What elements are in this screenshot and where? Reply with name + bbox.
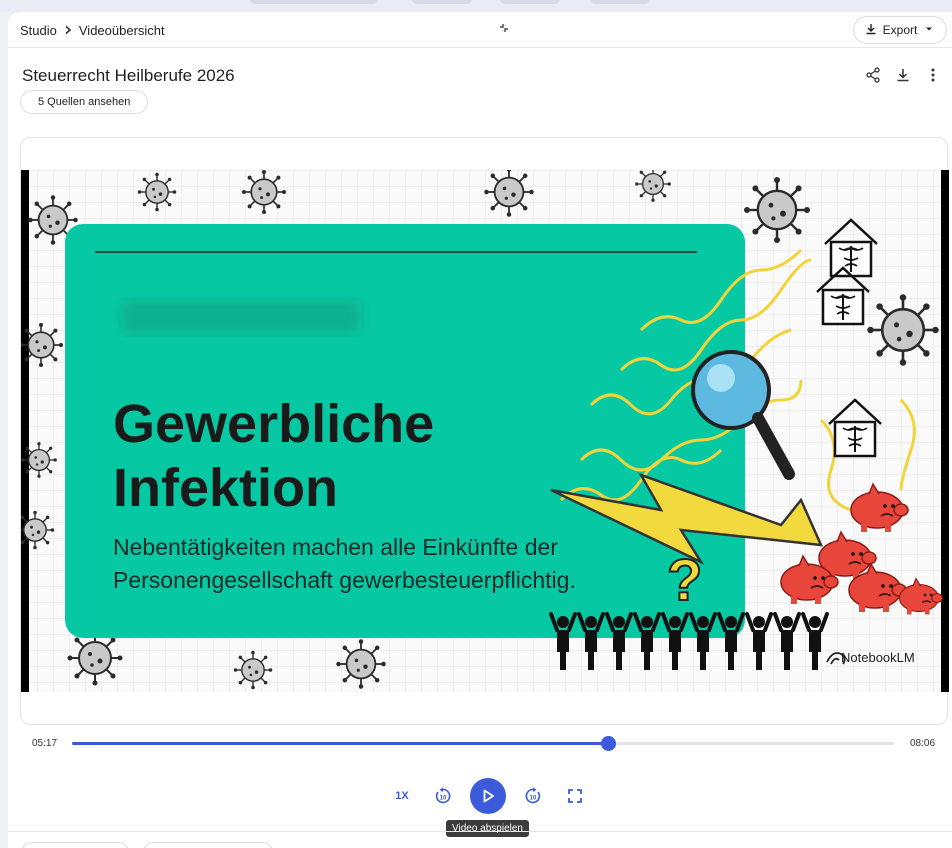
player-controls: 1X 10 10 <box>388 778 590 814</box>
slide-headline-1: Gewerbliche <box>113 394 434 454</box>
play-button[interactable] <box>470 778 506 814</box>
chevron-right-icon <box>63 22 73 38</box>
bottom-chip[interactable] <box>142 842 274 848</box>
video-slide: Gewerbliche Infektion Nebentätigkeiten m… <box>21 170 943 692</box>
svg-text:10: 10 <box>530 796 537 802</box>
caret-down-icon <box>923 23 935 38</box>
tab-pill <box>250 0 378 4</box>
studio-panel: Studio Videoübersicht Export Steuerrecht… <box>8 12 952 848</box>
breadcrumb-bar: Studio Videoübersicht Export <box>8 12 952 48</box>
breadcrumb-current: Videoübersicht <box>78 22 165 38</box>
export-button[interactable]: Export <box>853 16 947 44</box>
view-sources-button[interactable]: 5 Quellen ansehen <box>20 90 149 114</box>
fullscreen-icon[interactable] <box>560 781 590 811</box>
slide-subtitle-2: Personengesellschaft gewerbesteuerpflich… <box>113 567 576 593</box>
breadcrumb-root[interactable]: Studio <box>20 23 57 38</box>
svg-text:10: 10 <box>440 796 447 802</box>
replay-10-icon[interactable]: 10 <box>428 781 458 811</box>
progress-fill <box>72 742 608 745</box>
play-icon <box>483 789 494 803</box>
progress-thumb[interactable] <box>600 736 616 751</box>
bottom-divider <box>8 831 952 832</box>
download-icon[interactable] <box>894 66 912 84</box>
tab-pill <box>500 0 560 4</box>
tab-pill <box>590 0 650 4</box>
current-time: 05:17 <box>32 738 58 749</box>
more-vert-icon[interactable] <box>924 66 942 84</box>
video-frame[interactable]: Gewerbliche Infektion Nebentätigkeiten m… <box>21 170 949 692</box>
question-mark: ? <box>667 548 702 613</box>
notebook-title: Steuerrecht Heilberufe 2026 <box>22 66 235 85</box>
progress-slider[interactable] <box>72 736 894 751</box>
collapse-icon[interactable] <box>496 22 512 38</box>
browser-top-strip <box>0 0 952 12</box>
play-tooltip: Video abspielen <box>446 820 529 837</box>
playback-speed-button[interactable]: 1X <box>388 790 416 802</box>
export-label: Export <box>882 23 918 37</box>
title-actions <box>864 66 942 84</box>
download-icon <box>865 23 877 38</box>
breadcrumb: Studio Videoübersicht <box>20 22 165 38</box>
forward-10-icon[interactable]: 10 <box>518 781 548 811</box>
duration: 08:06 <box>910 738 936 749</box>
slide-headline-2: Infektion <box>113 458 338 518</box>
bottom-chip[interactable] <box>20 842 130 848</box>
slide-subtitle-1: Nebentätigkeiten machen alle Einkünfte d… <box>113 534 558 560</box>
share-icon[interactable] <box>864 66 882 84</box>
tab-pill <box>412 0 472 4</box>
brand-label: NotebookLM <box>841 650 915 665</box>
